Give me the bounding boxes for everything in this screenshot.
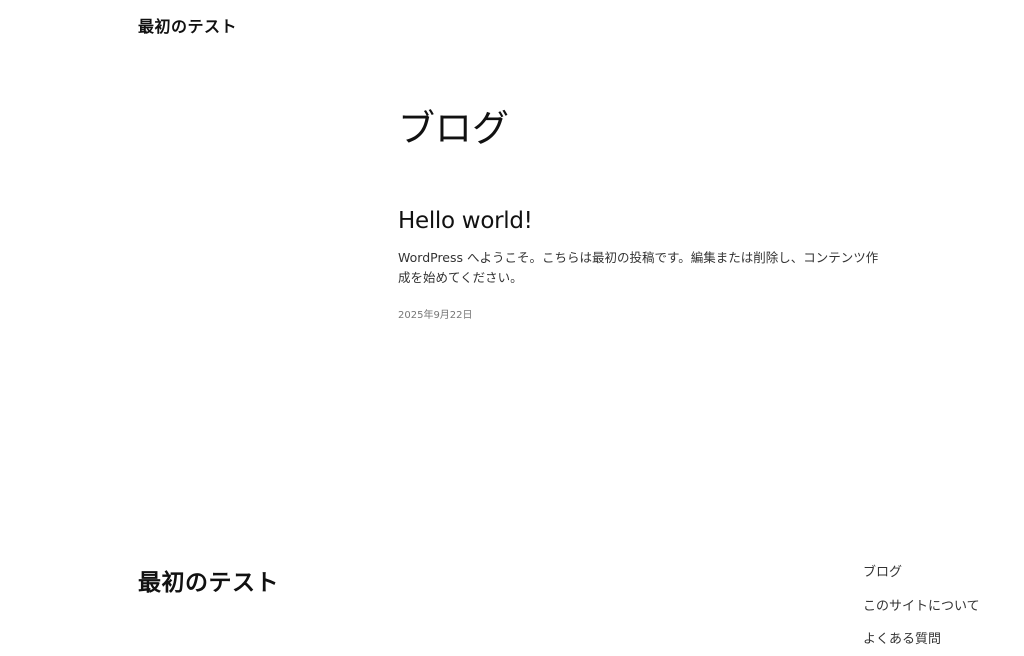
post-date: 2025年9月22日 xyxy=(398,310,473,321)
footer-nav-item-faq[interactable]: よくある質問 xyxy=(863,630,980,656)
footer-nav-item-blog[interactable]: ブログ xyxy=(863,563,980,597)
footer-nav-item-about[interactable]: このサイトについて xyxy=(863,597,980,631)
footer-site-title-link[interactable]: 最初のテスト xyxy=(138,563,279,597)
post-item: Hello world! WordPress へようこそ。こちらは最初の投稿です… xyxy=(398,208,888,321)
page-title: ブログ xyxy=(398,107,509,150)
post-title-link[interactable]: Hello world! xyxy=(398,208,888,234)
site-title-link[interactable]: 最初のテスト xyxy=(138,13,237,37)
post-excerpt: WordPress へようこそ。こちらは最初の投稿です。編集または削除し、コンテ… xyxy=(398,250,879,285)
page: 最初のテスト ブログ Hello world! WordPress へようこそ。… xyxy=(0,0,1024,656)
footer-nav: ブログ このサイトについて よくある質問 xyxy=(863,563,980,656)
